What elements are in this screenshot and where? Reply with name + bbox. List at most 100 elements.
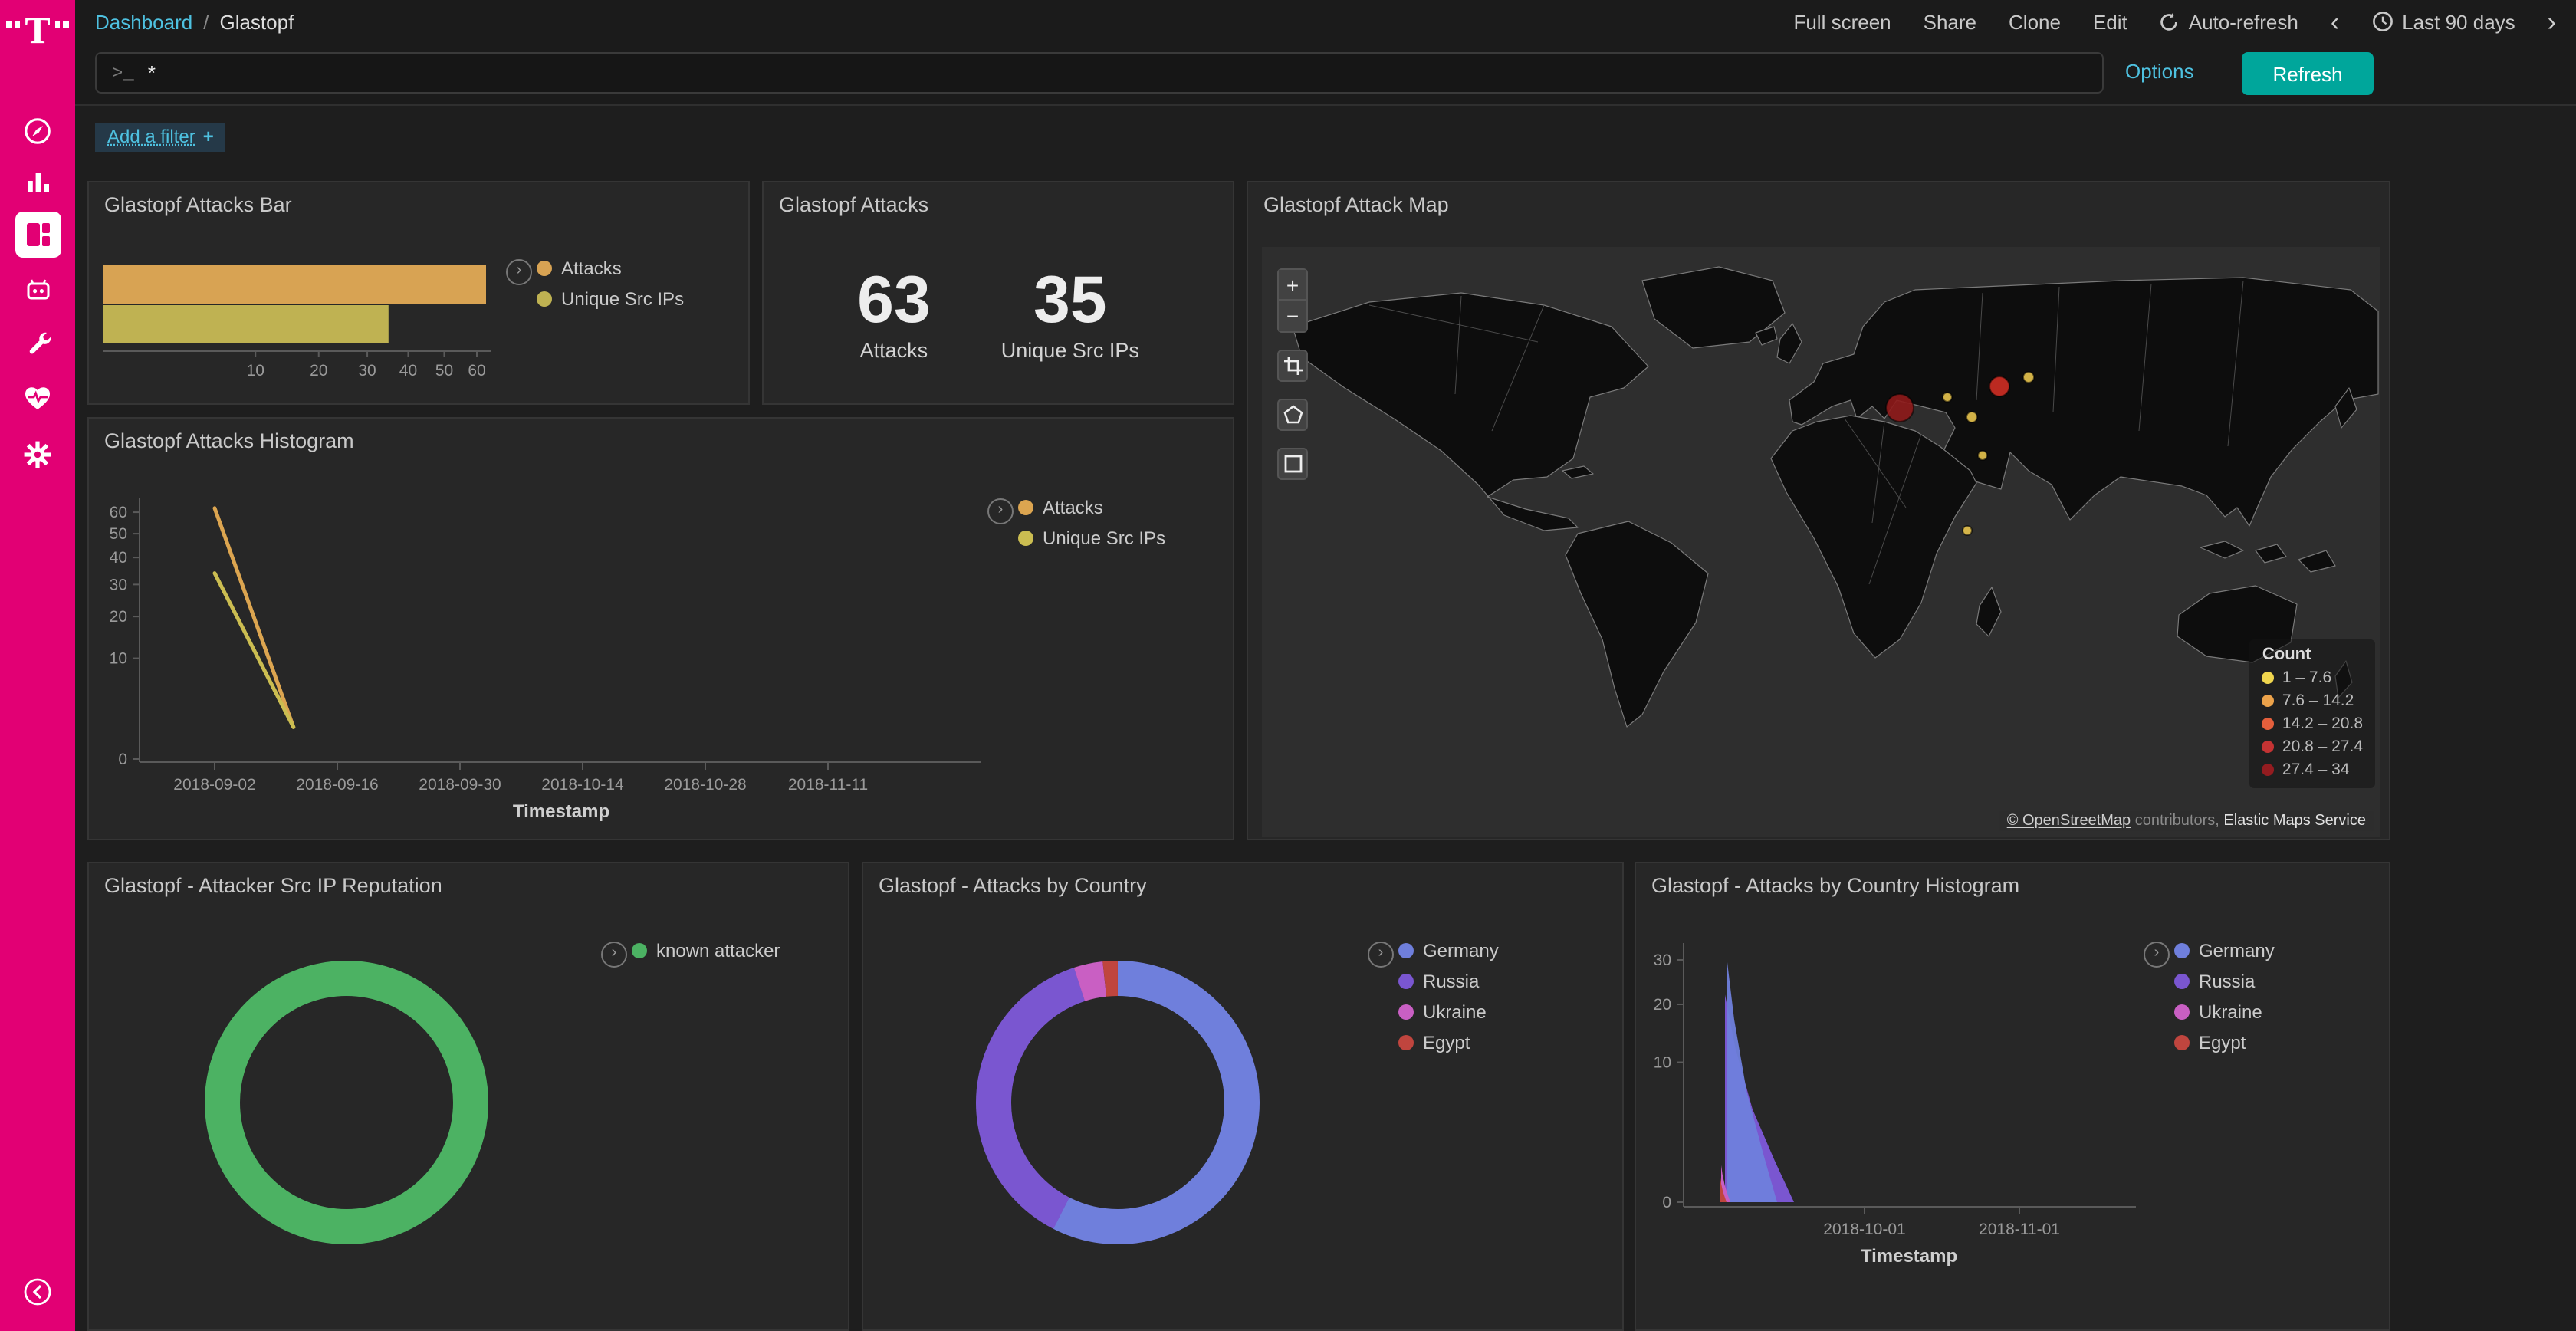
legend-dot <box>1018 500 1033 515</box>
discover-compass-icon[interactable] <box>15 107 61 153</box>
bar-chart[interactable]: 102030405060 <box>89 225 748 403</box>
panel-attacks-by-country-histogram: Glastopf - Attacks by Country Histogram … <box>1635 862 2390 1331</box>
svg-text:20: 20 <box>1654 996 1671 1014</box>
svg-text:10: 10 <box>110 650 127 668</box>
legend-item[interactable]: Unique Src IPs <box>537 288 684 310</box>
panel-title: Glastopf Attacks Bar <box>104 193 292 216</box>
legend-item[interactable]: Germany <box>2174 940 2275 961</box>
osm-attribution-link[interactable]: © OpenStreetMap <box>2007 813 2131 830</box>
metric-value: 63 <box>857 267 931 336</box>
legend-item[interactable]: Attacks <box>537 258 684 279</box>
devtools-wrench-icon[interactable] <box>15 322 61 368</box>
add-filter-link[interactable]: Add a filter + <box>95 123 226 152</box>
dashboard-app-icon-active[interactable] <box>15 212 61 258</box>
svg-text:Timestamp: Timestamp <box>513 801 610 822</box>
legend-item[interactable]: Attacks <box>1018 497 1165 518</box>
legend-dot <box>1398 1004 1414 1020</box>
auto-refresh-button[interactable]: Auto-refresh <box>2160 10 2298 33</box>
legend-dot <box>632 943 647 958</box>
zoom-in-button[interactable]: + <box>1277 268 1308 301</box>
legend-toggle-icon[interactable]: › <box>2144 942 2170 968</box>
time-next-chevron[interactable]: › <box>2548 8 2556 35</box>
panel-attacks-by-country: Glastopf - Attacks by Country › Germany … <box>862 862 1624 1331</box>
timelion-robot-icon[interactable] <box>15 267 61 313</box>
legend-toggle-icon[interactable]: › <box>506 259 532 285</box>
draw-rectangle-button[interactable] <box>1277 448 1308 480</box>
breadcrumb: Dashboard / Glastopf <box>75 10 294 33</box>
terminal-prompt-icon: >_ <box>97 62 148 84</box>
clock-icon <box>2371 11 2393 32</box>
logo-dot <box>55 21 61 27</box>
refresh-button[interactable]: Refresh <box>2242 52 2374 95</box>
legend-item[interactable]: known attacker <box>632 940 780 961</box>
fit-bounds-crop-button[interactable] <box>1277 350 1308 382</box>
clone-button[interactable]: Clone <box>2009 10 2061 33</box>
legend-item[interactable]: Egypt <box>2174 1032 2275 1053</box>
donut-chart[interactable] <box>89 863 848 1329</box>
monitoring-heartbeat-icon[interactable] <box>15 376 61 422</box>
legend-toggle-icon[interactable]: › <box>987 498 1014 524</box>
legend-dot <box>537 291 552 307</box>
legend-dot <box>2262 741 2275 753</box>
svg-text:20: 20 <box>110 608 127 626</box>
top-nav: Dashboard / Glastopf Full screen Share C… <box>75 0 2576 44</box>
svg-text:20: 20 <box>310 362 327 380</box>
svg-text:60: 60 <box>110 504 127 521</box>
legend-item[interactable]: Egypt <box>1398 1032 1499 1053</box>
zoom-out-button[interactable]: − <box>1277 301 1308 333</box>
svg-text:2018-10-28: 2018-10-28 <box>664 776 746 794</box>
edit-button[interactable]: Edit <box>2093 10 2128 33</box>
panel-title: Glastopf Attack Map <box>1263 193 1449 216</box>
svg-text:30: 30 <box>1654 951 1671 969</box>
legend-dot <box>2174 1004 2190 1020</box>
share-button[interactable]: Share <box>1924 10 1976 33</box>
svg-text:40: 40 <box>110 549 127 567</box>
visualize-barchart-icon[interactable] <box>15 158 61 204</box>
breadcrumb-dashboard-link[interactable]: Dashboard <box>95 10 192 33</box>
crop-icon <box>1283 356 1303 376</box>
map-count-legend: Count 1 – 7.6 7.6 – 14.2 14.2 – 20.8 20.… <box>2250 639 2375 788</box>
logo-letter: T <box>25 14 50 49</box>
legend-dot <box>2174 974 2190 989</box>
search-query-input[interactable]: >_ * <box>95 52 2104 94</box>
legend-item[interactable]: Ukraine <box>2174 1001 2275 1023</box>
metric-unique-src-ips: 35 Unique Src IPs <box>1001 267 1139 362</box>
legend-item[interactable]: Unique Src IPs <box>1018 527 1165 549</box>
donut-chart[interactable] <box>863 863 1622 1329</box>
collapse-nav-icon[interactable] <box>15 1268 61 1314</box>
metric-attacks: 63 Attacks <box>857 267 931 362</box>
draw-polygon-button[interactable] <box>1277 399 1308 431</box>
map-legend-title: Count <box>2262 646 2363 664</box>
area-chart[interactable]: 01020302018-10-012018-11-01Timestamp <box>1636 906 2389 1329</box>
fullscreen-button[interactable]: Full screen <box>1793 10 1891 33</box>
legend-item[interactable]: Ukraine <box>1398 1001 1499 1023</box>
panel-attacks-histogram: Glastopf Attacks Histogram 0102030405060… <box>87 417 1234 840</box>
time-range-picker[interactable]: Last 90 days <box>2371 10 2515 33</box>
chart-legend: Germany Russia Ukraine Egypt <box>1398 940 1499 1053</box>
legend-dot <box>1398 1035 1414 1050</box>
management-gear-icon[interactable] <box>15 431 61 477</box>
chart-legend: Attacks Unique Src IPs <box>537 258 684 310</box>
world-map[interactable]: + − Count 1 – 7.6 <box>1262 247 2380 837</box>
legend-dot <box>1398 943 1414 958</box>
svg-text:60: 60 <box>468 362 485 380</box>
polygon-icon <box>1283 405 1303 425</box>
svg-text:10: 10 <box>1654 1054 1671 1072</box>
legend-toggle-icon[interactable]: › <box>1368 942 1394 968</box>
legend-item[interactable]: Germany <box>1398 940 1499 961</box>
legend-item[interactable]: Russia <box>1398 971 1499 992</box>
chart-legend: Germany Russia Ukraine Egypt <box>2174 940 2275 1053</box>
query-options-link[interactable]: Options <box>2125 60 2194 83</box>
panel-src-ip-reputation: Glastopf - Attacker Src IP Reputation › … <box>87 862 849 1331</box>
world-map-svg[interactable] <box>1262 247 2380 837</box>
panel-attack-map: Glastopf Attack Map <box>1247 181 2390 840</box>
panel-title: Glastopf Attacks <box>779 193 928 216</box>
breadcrumb-current: Glastopf <box>219 10 294 33</box>
auto-refresh-label: Auto-refresh <box>2189 10 2298 33</box>
time-prev-chevron[interactable]: ‹ <box>2331 8 2339 35</box>
legend-toggle-icon[interactable]: › <box>601 942 627 968</box>
legend-item[interactable]: Russia <box>2174 971 2275 992</box>
plus-icon: + <box>203 126 214 147</box>
logo-dot <box>15 21 20 27</box>
panel-attacks-bar: Glastopf Attacks Bar 102030405060 › Atta… <box>87 181 750 405</box>
